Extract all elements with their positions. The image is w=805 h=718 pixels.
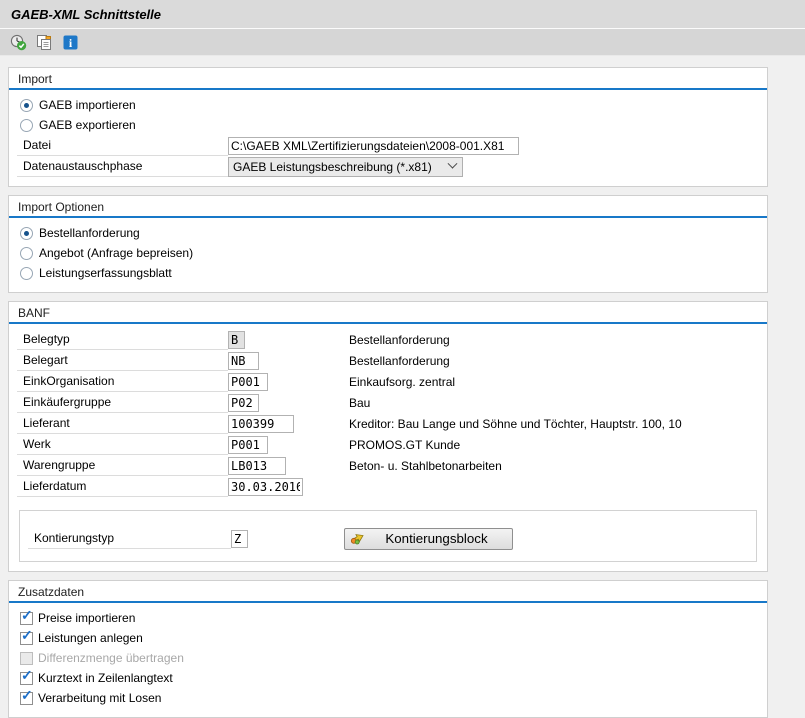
field-label: EinkOrganisation (17, 371, 228, 392)
field-label: Werk (17, 434, 228, 455)
field-row-kontierungstyp: Kontierungstyp Kontierungsblock (28, 528, 756, 549)
field-row-einkorganisation: EinkOrganisation Einkaufsorg. zentral (17, 371, 767, 392)
radio-row-bestellanforderung: Bestellanforderung (9, 223, 767, 243)
radio-row-leistungserfassungsblatt: Leistungserfassungsblatt (9, 263, 767, 283)
field-row-datei: Datei (17, 135, 767, 156)
einkaeufergruppe-input[interactable] (228, 394, 259, 412)
field-label: Einkäufergruppe (17, 392, 228, 413)
radio-label: GAEB importieren (39, 98, 136, 112)
selected-option: GAEB Leistungsbeschreibung (*.x81) (233, 160, 432, 174)
checkbox-leistungen-anlegen[interactable]: ✓ (20, 632, 33, 645)
field-description: Kreditor: Bau Lange und Söhne und Töchte… (349, 417, 682, 431)
radio-label: Angebot (Anfrage bepreisen) (39, 246, 193, 260)
check-icon: ✓ (21, 668, 33, 682)
copy-icon[interactable] (36, 34, 53, 51)
screen-content: Import GAEB importieren GAEB exportieren… (0, 56, 805, 718)
checkbox-preise-importieren[interactable]: ✓ (20, 612, 33, 625)
check-icon: ✓ (21, 688, 33, 702)
checkbox-label: Verarbeitung mit Losen (38, 691, 161, 705)
field-row-belegtyp: Belegtyp Bestellanforderung (17, 329, 767, 350)
checkbox-row-preise-importieren: ✓ Preise importieren (9, 608, 767, 628)
radio-gaeb-importieren[interactable] (20, 99, 33, 112)
radio-label: Bestellanforderung (39, 226, 140, 240)
kontierung-subbox: Kontierungstyp Kontierungsblock (19, 510, 757, 562)
field-label: Belegart (17, 350, 228, 371)
checkbox-label: Kurztext in Zeilenlangtext (38, 671, 173, 685)
field-row-lieferant: Lieferant Kreditor: Bau Lange und Söhne … (17, 413, 767, 434)
info-icon[interactable]: i (62, 34, 79, 51)
field-label: Lieferant (17, 413, 228, 434)
field-row-lieferdatum: Lieferdatum (17, 476, 767, 497)
checkbox-label: Leistungen anlegen (38, 631, 143, 645)
checkbox-row-differenzmenge: Differenzmenge übertragen (9, 648, 767, 668)
datei-input[interactable] (228, 137, 519, 155)
radio-angebot[interactable] (20, 247, 33, 260)
group-banf-title: BANF (9, 302, 767, 322)
radio-row-gaeb-importieren: GAEB importieren (9, 95, 767, 115)
button-label: Kontierungsblock (366, 531, 507, 546)
checkbox-differenzmenge (20, 652, 33, 665)
field-label: Belegtyp (17, 329, 228, 350)
lieferdatum-input[interactable] (228, 478, 303, 496)
lieferant-input[interactable] (228, 415, 294, 433)
field-description: Beton- u. Stahlbetonarbeiten (349, 459, 502, 473)
kontierungsblock-button[interactable]: Kontierungsblock (344, 528, 513, 550)
field-row-warengruppe: Warengruppe Beton- u. Stahlbetonarbeiten (17, 455, 767, 476)
field-label: Datei (17, 135, 228, 156)
group-import-optionen: Import Optionen Bestellanforderung Angeb… (8, 195, 768, 293)
warengruppe-input[interactable] (228, 457, 286, 475)
field-label: Lieferdatum (17, 476, 228, 497)
group-banf: BANF Belegtyp Bestellanforderung Belegar… (8, 301, 768, 572)
belegart-input[interactable] (228, 352, 259, 370)
radio-label: GAEB exportieren (39, 118, 136, 132)
checkbox-verarbeitung-losen[interactable]: ✓ (20, 692, 33, 705)
chevron-down-icon (448, 159, 458, 169)
checkbox-row-kurztext: ✓ Kurztext in Zeilenlangtext (9, 668, 767, 688)
page-title: GAEB-XML Schnittstelle (11, 7, 161, 22)
application-toolbar: i (0, 29, 805, 56)
group-import-optionen-title: Import Optionen (9, 196, 767, 216)
belegtyp-input[interactable] (228, 331, 245, 349)
field-description: PROMOS.GT Kunde (349, 438, 460, 452)
field-row-einkaeufergruppe: Einkäufergruppe Bau (17, 392, 767, 413)
radio-gaeb-exportieren[interactable] (20, 119, 33, 132)
kontierungstyp-input[interactable] (231, 530, 248, 548)
field-row-datenaustauschphase: Datenaustauschphase GAEB Leistungsbeschr… (17, 156, 767, 177)
radio-row-gaeb-exportieren: GAEB exportieren (9, 115, 767, 135)
radio-leistungserfassungsblatt[interactable] (20, 267, 33, 280)
group-import: Import GAEB importieren GAEB exportieren… (8, 67, 768, 187)
field-description: Bau (349, 396, 370, 410)
group-zusatzdaten: Zusatzdaten ✓ Preise importieren ✓ Leist… (8, 580, 768, 718)
field-label: Warengruppe (17, 455, 228, 476)
field-row-werk: Werk PROMOS.GT Kunde (17, 434, 767, 455)
title-bar: GAEB-XML Schnittstelle (0, 0, 805, 29)
check-icon: ✓ (21, 608, 33, 622)
accounting-block-icon (350, 529, 366, 548)
werk-input[interactable] (228, 436, 268, 454)
checkbox-row-leistungen-anlegen: ✓ Leistungen anlegen (9, 628, 767, 648)
radio-row-angebot: Angebot (Anfrage bepreisen) (9, 243, 767, 263)
checkbox-row-verarbeitung-losen: ✓ Verarbeitung mit Losen (9, 688, 767, 708)
field-label: Kontierungstyp (28, 528, 231, 549)
datenaustauschphase-select[interactable]: GAEB Leistungsbeschreibung (*.x81) (228, 157, 463, 177)
radio-bestellanforderung[interactable] (20, 227, 33, 240)
check-icon: ✓ (21, 628, 33, 642)
field-row-belegart: Belegart Bestellanforderung (17, 350, 767, 371)
checkbox-label: Preise importieren (38, 611, 135, 625)
radio-label: Leistungserfassungsblatt (39, 266, 172, 280)
group-zusatzdaten-title: Zusatzdaten (9, 581, 767, 601)
field-description: Bestellanforderung (349, 354, 450, 368)
field-label: Datenaustauschphase (17, 156, 228, 177)
field-description: Einkaufsorg. zentral (349, 375, 455, 389)
execute-icon[interactable] (10, 34, 27, 51)
checkbox-label: Differenzmenge übertragen (38, 651, 184, 665)
einkorganisation-input[interactable] (228, 373, 268, 391)
field-description: Bestellanforderung (349, 333, 450, 347)
group-import-title: Import (9, 68, 767, 88)
checkbox-kurztext[interactable]: ✓ (20, 672, 33, 685)
